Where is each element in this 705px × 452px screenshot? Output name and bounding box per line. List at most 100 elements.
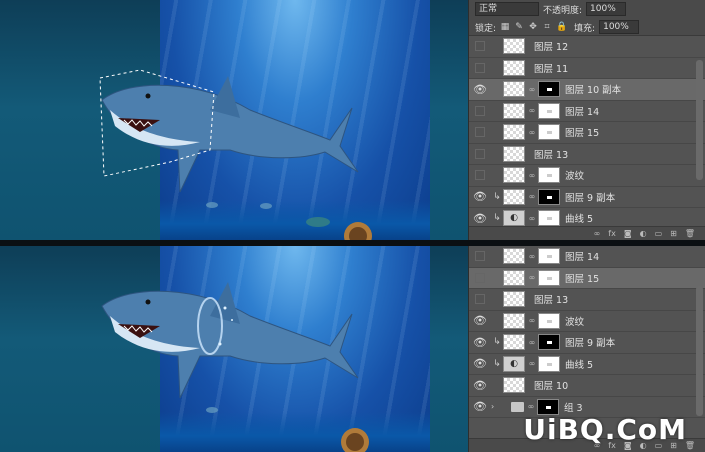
blend-mode-select[interactable]: 正常 [475, 2, 539, 16]
layer-name[interactable]: 图层 12 [534, 39, 705, 53]
visibility-eye-icon[interactable]: 👁 [469, 379, 491, 392]
layer-thumbnail[interactable] [503, 188, 525, 205]
layer-row[interactable]: 图层 13 [469, 144, 705, 165]
adjustment-thumbnail[interactable]: ◐ [503, 355, 525, 372]
mask-link-icon[interactable]: ∞ [528, 252, 536, 261]
visibility-eye-icon[interactable] [469, 170, 491, 180]
layer-row[interactable]: ∞ 图层 14 [469, 101, 705, 122]
scrollbar[interactable] [696, 60, 703, 180]
scrollbar[interactable] [696, 286, 703, 416]
layer-mask-thumbnail[interactable] [538, 124, 560, 141]
mask-link-icon[interactable]: ∞ [528, 316, 536, 325]
layer-row[interactable]: 👁 ↳ ∞ 图层 9 副本 [469, 332, 705, 354]
mask-link-icon[interactable]: ∞ [528, 359, 536, 368]
layer-row[interactable]: ∞ 波纹 [469, 165, 705, 187]
visibility-eye-icon[interactable] [469, 106, 491, 116]
link-icon[interactable]: ∞ [594, 229, 601, 238]
mask-link-icon[interactable]: ∞ [528, 214, 536, 223]
group-expand-icon[interactable]: › [491, 402, 499, 411]
layer-mask-thumbnail[interactable] [538, 81, 560, 98]
layer-row[interactable]: 图层 13 [469, 289, 705, 311]
mask-link-icon[interactable]: ∞ [528, 273, 536, 282]
layer-row[interactable]: 图层 12 [469, 36, 705, 58]
folder-icon[interactable] [511, 401, 524, 412]
layer-row[interactable]: 👁 ∞ 图层 10 副本 [469, 79, 705, 101]
layer-mask-thumbnail[interactable] [538, 269, 560, 286]
layer-mask-thumbnail[interactable] [538, 312, 560, 329]
layer-thumbnail[interactable] [503, 145, 525, 162]
layer-row[interactable]: ∞ 图层 14 [469, 246, 705, 268]
layer-name[interactable]: 图层 15 [565, 271, 705, 285]
layer-thumbnail[interactable] [503, 312, 525, 329]
visibility-eye-icon[interactable]: 👁 [469, 83, 491, 96]
layer-name[interactable]: 图层 14 [565, 249, 705, 263]
visibility-eye-icon[interactable] [469, 251, 491, 261]
layer-name[interactable]: 图层 13 [534, 292, 705, 306]
mask-icon[interactable]: ◙ [624, 229, 632, 238]
fill-field[interactable]: 100% [599, 20, 640, 34]
layer-thumbnail[interactable] [503, 291, 525, 308]
layer-name[interactable]: 图层 15 [565, 125, 705, 139]
opacity-field[interactable]: 100% [586, 2, 627, 16]
visibility-eye-icon[interactable] [469, 294, 491, 304]
trash-icon[interactable]: 🗑 [685, 229, 695, 238]
mask-link-icon[interactable]: ∞ [528, 85, 536, 94]
visibility-eye-icon[interactable]: 👁 [469, 336, 491, 349]
visibility-eye-icon[interactable]: 👁 [469, 314, 491, 327]
mask-link-icon[interactable]: ∞ [527, 402, 535, 411]
visibility-eye-icon[interactable] [469, 149, 491, 159]
visibility-eye-icon[interactable] [469, 63, 491, 73]
lock-move-icon[interactable]: ✥ [528, 22, 538, 32]
visibility-eye-icon[interactable]: 👁 [469, 400, 491, 413]
lock-paint-icon[interactable]: ✎ [514, 22, 524, 32]
layer-row[interactable]: 图层 11 [469, 58, 705, 79]
layer-mask-thumbnail[interactable] [538, 188, 560, 205]
layer-mask-thumbnail[interactable] [538, 334, 560, 351]
layer-name[interactable]: 曲线 5 [565, 357, 705, 371]
layer-thumbnail[interactable] [503, 167, 525, 184]
layer-thumbnail[interactable] [503, 38, 525, 55]
layer-thumbnail[interactable] [503, 334, 525, 351]
adjustment-icon[interactable]: ◐ [640, 229, 647, 238]
lock-artboard-icon[interactable]: ⌗ [542, 22, 552, 32]
layer-name[interactable]: 图层 10 副本 [565, 82, 705, 96]
mask-link-icon[interactable]: ∞ [528, 338, 536, 347]
visibility-eye-icon[interactable] [469, 273, 491, 283]
visibility-eye-icon[interactable] [469, 41, 491, 51]
new-layer-icon[interactable]: ⊞ [670, 229, 677, 238]
layer-mask-thumbnail[interactable] [538, 355, 560, 372]
lock-transparent-icon[interactable]: ▦ [500, 22, 510, 32]
layer-row[interactable]: 👁 ↳ ◐ ∞ 曲线 5 [469, 354, 705, 375]
folder-icon[interactable]: ▭ [655, 229, 663, 238]
layer-name[interactable]: 图层 14 [565, 104, 705, 118]
layer-row[interactable]: 👁 ↳ ∞ 图层 9 副本 [469, 187, 705, 208]
visibility-eye-icon[interactable]: 👁 [469, 212, 491, 225]
fx-icon[interactable]: fx [608, 229, 616, 238]
layer-thumbnail[interactable] [503, 59, 525, 76]
layer-thumbnail[interactable] [503, 269, 525, 286]
mask-link-icon[interactable]: ∞ [528, 106, 536, 115]
layer-row[interactable]: 👁 ∞ 波纹 [469, 311, 705, 332]
layer-thumbnail[interactable] [503, 248, 525, 265]
visibility-eye-icon[interactable] [469, 127, 491, 137]
layer-mask-thumbnail[interactable] [538, 248, 560, 265]
layer-name[interactable]: 波纹 [565, 314, 705, 328]
layer-name[interactable]: 组 3 [564, 400, 705, 414]
mask-link-icon[interactable]: ∞ [528, 128, 536, 137]
layer-thumbnail[interactable] [503, 124, 525, 141]
mask-link-icon[interactable]: ∞ [528, 171, 536, 180]
layer-name[interactable]: 图层 9 副本 [565, 335, 705, 349]
layer-thumbnail[interactable] [503, 377, 525, 394]
layer-name[interactable]: 图层 10 [534, 378, 705, 392]
layer-mask-thumbnail[interactable] [538, 210, 560, 227]
layer-name[interactable]: 图层 13 [534, 147, 705, 161]
lock-all-icon[interactable]: 🔒 [556, 22, 567, 32]
visibility-eye-icon[interactable]: 👁 [469, 357, 491, 370]
layer-row[interactable]: ∞ 图层 15 [469, 267, 705, 289]
layer-name[interactable]: 图层 9 副本 [565, 190, 705, 204]
adjustment-thumbnail[interactable]: ◐ [503, 210, 525, 227]
layer-thumbnail[interactable] [503, 102, 525, 119]
mask-link-icon[interactable]: ∞ [528, 192, 536, 201]
layer-row[interactable]: ∞ 图层 15 [469, 122, 705, 144]
layer-name[interactable]: 波纹 [565, 168, 705, 182]
